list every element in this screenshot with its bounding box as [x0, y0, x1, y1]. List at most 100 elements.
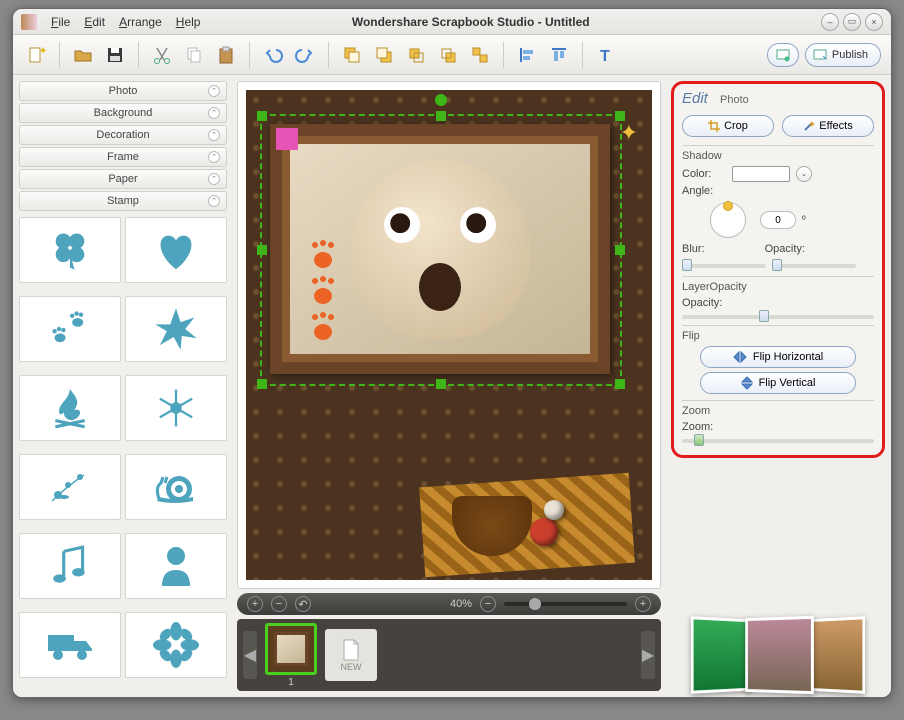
angle-input[interactable]: [760, 211, 796, 229]
zoom-in-icon[interactable]: +: [247, 596, 263, 612]
new-file-button[interactable]: ✦: [23, 42, 49, 68]
window-buttons: – ▭ ×: [821, 13, 883, 31]
open-button[interactable]: [70, 42, 96, 68]
flip-group: Flip Flip Horizontal Flip Vertical: [682, 325, 874, 394]
accordion-background[interactable]: Background⌃: [19, 103, 227, 123]
flip-vertical-button[interactable]: Flip Vertical: [700, 372, 856, 394]
new-page-button[interactable]: NEW: [325, 629, 377, 681]
resize-handle-se[interactable]: [615, 379, 625, 389]
undo-button[interactable]: [260, 42, 286, 68]
template-preview-strip: [669, 573, 887, 693]
align-left-button[interactable]: [514, 42, 540, 68]
save-button[interactable]: [102, 42, 128, 68]
resize-handle-s[interactable]: [436, 379, 446, 389]
blur-slider[interactable]: [682, 264, 766, 268]
main-toolbar: ✦ T Publish: [13, 35, 891, 75]
cut-button[interactable]: [149, 42, 175, 68]
canvas[interactable]: ✦: [237, 81, 661, 589]
flip-heading: Flip: [682, 330, 874, 342]
backward-button[interactable]: [435, 42, 461, 68]
ribbon-decoration: [412, 460, 652, 580]
publish-button[interactable]: Publish: [805, 43, 881, 67]
maximize-button[interactable]: ▭: [843, 13, 861, 31]
strip-prev-button[interactable]: ◀: [243, 631, 257, 679]
send-back-button[interactable]: [371, 42, 397, 68]
paste-button[interactable]: [213, 42, 239, 68]
align-top-button[interactable]: [546, 42, 572, 68]
accordion-photo[interactable]: Photo⌃: [19, 81, 227, 101]
left-panel: Photo⌃ Background⌃ Decoration⌃ Frame⌃ Pa…: [13, 75, 233, 697]
shadow-color-swatch[interactable]: [732, 166, 790, 182]
chevron-up-icon: ⌃: [208, 173, 220, 185]
rotate-handle[interactable]: [435, 94, 447, 106]
right-panel: Edit Photo Crop Effects Shadow: [665, 75, 891, 697]
stamp-flower-branch[interactable]: [19, 454, 121, 520]
menu-arrange[interactable]: Arrange: [119, 15, 162, 29]
edit-panel-title: Edit Photo: [682, 90, 874, 107]
crop-icon: [708, 120, 720, 132]
stamp-music-note[interactable]: [19, 533, 121, 599]
shadow-opacity-slider[interactable]: [772, 264, 856, 268]
page-thumbnail-1[interactable]: [265, 623, 317, 675]
shadow-heading: Shadow: [682, 150, 874, 162]
selection-box[interactable]: [260, 114, 622, 386]
chevron-up-icon: ⌃: [208, 129, 220, 141]
menu-help[interactable]: Help: [176, 15, 201, 29]
stamp-flower[interactable]: [125, 612, 227, 678]
blur-label: Blur:: [682, 243, 705, 255]
page-thumbnail-strip: ◀ 1 NEW ▶: [237, 619, 661, 691]
accordion-paper[interactable]: Paper⌃: [19, 169, 227, 189]
minimize-button[interactable]: –: [821, 13, 839, 31]
page-number-label: 1: [288, 677, 294, 688]
zoom-slider[interactable]: [504, 602, 627, 606]
text-button[interactable]: T: [593, 42, 619, 68]
stamp-snail[interactable]: [125, 454, 227, 520]
zoom-plus-button[interactable]: +: [635, 596, 651, 612]
strip-next-button[interactable]: ▶: [641, 631, 655, 679]
accordion-decoration[interactable]: Decoration⌃: [19, 125, 227, 145]
resize-handle-n[interactable]: [436, 111, 446, 121]
zoom-label: Zoom:: [682, 421, 713, 433]
forward-button[interactable]: [403, 42, 429, 68]
zoom-group: Zoom Zoom:: [682, 400, 874, 443]
zoom-heading: Zoom: [682, 405, 874, 417]
zoom-out-icon[interactable]: −: [271, 596, 287, 612]
stamp-truck[interactable]: [19, 612, 121, 678]
stamp-starburst[interactable]: [125, 296, 227, 362]
resize-handle-nw[interactable]: [257, 111, 267, 121]
color-dropdown-button[interactable]: ⌄: [796, 166, 812, 182]
svg-text:✦: ✦: [39, 46, 46, 57]
bring-front-button[interactable]: [339, 42, 365, 68]
redo-button[interactable]: [292, 42, 318, 68]
stamp-pawprints[interactable]: [19, 296, 121, 362]
resize-handle-w[interactable]: [257, 245, 267, 255]
color-label: Color:: [682, 168, 726, 180]
shadow-group: Shadow Color: ⌄ Angle: º: [682, 145, 874, 270]
accordion-frame[interactable]: Frame⌃: [19, 147, 227, 167]
layer-heading: LayerOpacity: [682, 281, 874, 293]
resize-handle-sw[interactable]: [257, 379, 267, 389]
zoom-minus-button[interactable]: −: [480, 596, 496, 612]
angle-dial[interactable]: [710, 202, 746, 238]
effects-button[interactable]: Effects: [782, 115, 874, 137]
close-button[interactable]: ×: [865, 13, 883, 31]
crop-button[interactable]: Crop: [682, 115, 774, 137]
resize-handle-ne[interactable]: [615, 111, 625, 121]
stamp-snowflake[interactable]: [125, 375, 227, 441]
menu-edit[interactable]: Edit: [84, 15, 105, 29]
copy-button[interactable]: [181, 42, 207, 68]
flip-horizontal-button[interactable]: Flip Horizontal: [700, 346, 856, 368]
stamp-clover[interactable]: [19, 217, 121, 283]
zoom-reset-icon[interactable]: ↶: [295, 596, 311, 612]
stamp-campfire[interactable]: [19, 375, 121, 441]
stamp-person[interactable]: [125, 533, 227, 599]
accordion-stamp[interactable]: Stamp⌃: [19, 191, 227, 211]
resize-handle-e[interactable]: [615, 245, 625, 255]
layer-opacity-slider[interactable]: [682, 315, 874, 319]
photo-zoom-slider[interactable]: [682, 439, 874, 443]
preview-button[interactable]: [767, 43, 799, 67]
menu-file[interactable]: File: [51, 15, 70, 29]
stamp-heart[interactable]: [125, 217, 227, 283]
group-button[interactable]: [467, 42, 493, 68]
chevron-up-icon: ⌃: [208, 107, 220, 119]
